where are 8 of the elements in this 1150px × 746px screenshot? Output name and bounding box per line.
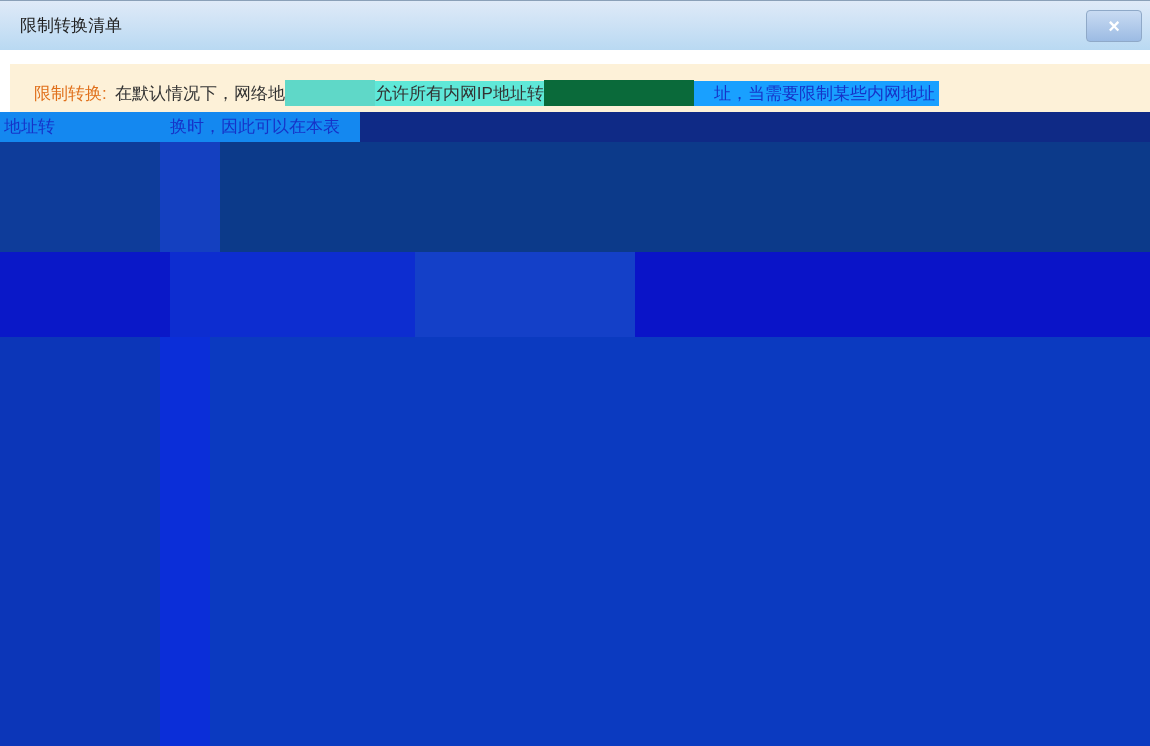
notice-text: 址，当需要限制某些内网地址: [693, 80, 939, 106]
close-button[interactable]: ×: [1086, 9, 1142, 42]
window-title: 限制转换清单: [20, 14, 122, 37]
notice-text: 允许所有内网IP地址转: [374, 80, 544, 106]
notice-text: 在默认情况下，网络地: [114, 82, 285, 105]
notice-label: 限制转换:: [34, 82, 107, 105]
notice-text: 地址转: [3, 116, 56, 139]
notice-text: 换时，因此可以在本表: [170, 116, 340, 139]
